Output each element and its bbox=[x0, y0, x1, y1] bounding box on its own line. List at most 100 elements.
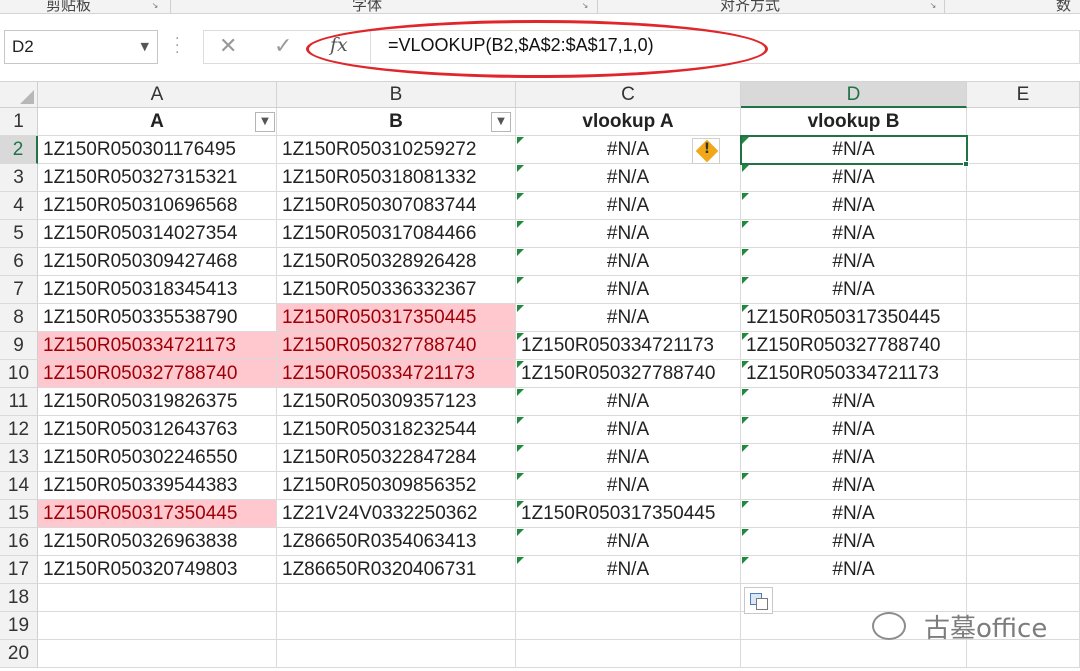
cell-c12[interactable]: #N/A bbox=[516, 416, 741, 444]
cell-b2[interactable]: 1Z150R050310259272 bbox=[277, 136, 516, 164]
cell-a7[interactable]: 1Z150R050318345413 bbox=[38, 276, 277, 304]
cell-e13[interactable] bbox=[967, 444, 1080, 472]
paste-options-button[interactable] bbox=[744, 587, 773, 614]
column-header-c[interactable]: C bbox=[516, 82, 741, 108]
cell-a14[interactable]: 1Z150R050339544383 bbox=[38, 472, 277, 500]
enter-icon[interactable]: ✓ bbox=[274, 34, 292, 59]
cell-d12[interactable]: #N/A bbox=[741, 416, 967, 444]
cell-d7[interactable]: #N/A bbox=[741, 276, 967, 304]
font-launcher-icon[interactable]: ↘ bbox=[580, 1, 590, 11]
cell-e11[interactable] bbox=[967, 388, 1080, 416]
column-header-e[interactable]: E bbox=[967, 82, 1080, 108]
cell-b6[interactable]: 1Z150R050328926428 bbox=[277, 248, 516, 276]
cell-e8[interactable] bbox=[967, 304, 1080, 332]
cell-c4[interactable]: #N/A bbox=[516, 192, 741, 220]
cell-d4[interactable]: #N/A bbox=[741, 192, 967, 220]
column-header-b[interactable]: B bbox=[277, 82, 516, 108]
cell-e1[interactable] bbox=[967, 108, 1080, 136]
cell-c3[interactable]: #N/A bbox=[516, 164, 741, 192]
cell-b10[interactable]: 1Z150R050334721173 bbox=[277, 360, 516, 388]
cell-b3[interactable]: 1Z150R050318081332 bbox=[277, 164, 516, 192]
cell-a13[interactable]: 1Z150R050302246550 bbox=[38, 444, 277, 472]
cell-d11[interactable]: #N/A bbox=[741, 388, 967, 416]
cell-a20[interactable] bbox=[38, 640, 277, 668]
row-header-9[interactable]: 9 bbox=[0, 332, 38, 360]
name-box[interactable]: D2 ▼ bbox=[4, 30, 158, 64]
cell-a10[interactable]: 1Z150R050327788740 bbox=[38, 360, 277, 388]
column-header-a[interactable]: A bbox=[38, 82, 277, 108]
row-header-8[interactable]: 8 bbox=[0, 304, 38, 332]
clipboard-launcher-icon[interactable]: ↘ bbox=[150, 1, 160, 11]
cell-d6[interactable]: #N/A bbox=[741, 248, 967, 276]
cell-e4[interactable] bbox=[967, 192, 1080, 220]
cell-a6[interactable]: 1Z150R050309427468 bbox=[38, 248, 277, 276]
cell-b20[interactable] bbox=[277, 640, 516, 668]
cell-d17[interactable]: #N/A bbox=[741, 556, 967, 584]
cell-e9[interactable] bbox=[967, 332, 1080, 360]
cell-e2[interactable] bbox=[967, 136, 1080, 164]
cell-c6[interactable]: #N/A bbox=[516, 248, 741, 276]
cell-a17[interactable]: 1Z150R050320749803 bbox=[38, 556, 277, 584]
row-header-6[interactable]: 6 bbox=[0, 248, 38, 276]
cell-b12[interactable]: 1Z150R050318232544 bbox=[277, 416, 516, 444]
row-header-19[interactable]: 19 bbox=[0, 612, 38, 640]
cell-d16[interactable]: #N/A bbox=[741, 528, 967, 556]
cell-b16[interactable]: 1Z86650R0354063413 bbox=[277, 528, 516, 556]
cancel-icon[interactable]: ✕ bbox=[219, 34, 237, 59]
filter-dropdown-icon[interactable]: ▼ bbox=[491, 112, 511, 132]
alignment-launcher-icon[interactable]: ↘ bbox=[928, 1, 938, 11]
cell-d10[interactable]: 1Z150R050334721173 bbox=[741, 360, 967, 388]
cell-c1[interactable]: vlookup A bbox=[516, 108, 741, 136]
cell-a4[interactable]: 1Z150R050310696568 bbox=[38, 192, 277, 220]
cell-d1[interactable]: vlookup B bbox=[741, 108, 967, 136]
cell-d14[interactable]: #N/A bbox=[741, 472, 967, 500]
cell-d5[interactable]: #N/A bbox=[741, 220, 967, 248]
chevron-down-icon[interactable]: ▼ bbox=[141, 40, 149, 53]
cell-a19[interactable] bbox=[38, 612, 277, 640]
fill-handle[interactable] bbox=[963, 161, 969, 167]
cell-c16[interactable]: #N/A bbox=[516, 528, 741, 556]
row-header-11[interactable]: 11 bbox=[0, 388, 38, 416]
row-header-14[interactable]: 14 bbox=[0, 472, 38, 500]
cell-c19[interactable] bbox=[516, 612, 741, 640]
row-header-4[interactable]: 4 bbox=[0, 192, 38, 220]
cell-c15[interactable]: 1Z150R050317350445 bbox=[516, 500, 741, 528]
cell-e10[interactable] bbox=[967, 360, 1080, 388]
cell-b15[interactable]: 1Z21V24V0332250362 bbox=[277, 500, 516, 528]
row-header-10[interactable]: 10 bbox=[0, 360, 38, 388]
cell-a16[interactable]: 1Z150R050326963838 bbox=[38, 528, 277, 556]
row-header-2[interactable]: 2 bbox=[0, 136, 38, 164]
cell-c7[interactable]: #N/A bbox=[516, 276, 741, 304]
cell-c18[interactable] bbox=[516, 584, 741, 612]
cell-e16[interactable] bbox=[967, 528, 1080, 556]
cell-a15[interactable]: 1Z150R050317350445 bbox=[38, 500, 277, 528]
cell-e3[interactable] bbox=[967, 164, 1080, 192]
cell-b7[interactable]: 1Z150R050336332367 bbox=[277, 276, 516, 304]
cell-e6[interactable] bbox=[967, 248, 1080, 276]
drag-handle-icon[interactable]: · · · bbox=[175, 32, 179, 60]
cell-d3[interactable]: #N/A bbox=[741, 164, 967, 192]
cell-b4[interactable]: 1Z150R050307083744 bbox=[277, 192, 516, 220]
cell-b1[interactable]: B bbox=[277, 108, 516, 136]
cell-e15[interactable] bbox=[967, 500, 1080, 528]
cell-a18[interactable] bbox=[38, 584, 277, 612]
cell-b13[interactable]: 1Z150R050322847284 bbox=[277, 444, 516, 472]
cell-b17[interactable]: 1Z86650R0320406731 bbox=[277, 556, 516, 584]
cell-d13[interactable]: #N/A bbox=[741, 444, 967, 472]
row-header-15[interactable]: 15 bbox=[0, 500, 38, 528]
cell-e17[interactable] bbox=[967, 556, 1080, 584]
cell-d9[interactable]: 1Z150R050327788740 bbox=[741, 332, 967, 360]
cell-b14[interactable]: 1Z150R050309856352 bbox=[277, 472, 516, 500]
cell-e12[interactable] bbox=[967, 416, 1080, 444]
filter-dropdown-icon[interactable]: ▼ bbox=[255, 112, 275, 132]
cell-a2[interactable]: 1Z150R050301176495 bbox=[38, 136, 277, 164]
row-header-1[interactable]: 1 bbox=[0, 108, 38, 136]
row-header-5[interactable]: 5 bbox=[0, 220, 38, 248]
cell-b11[interactable]: 1Z150R050309357123 bbox=[277, 388, 516, 416]
cell-b5[interactable]: 1Z150R050317084466 bbox=[277, 220, 516, 248]
cell-e5[interactable] bbox=[967, 220, 1080, 248]
row-header-7[interactable]: 7 bbox=[0, 276, 38, 304]
cell-a3[interactable]: 1Z150R050327315321 bbox=[38, 164, 277, 192]
cell-c5[interactable]: #N/A bbox=[516, 220, 741, 248]
cell-c13[interactable]: #N/A bbox=[516, 444, 741, 472]
